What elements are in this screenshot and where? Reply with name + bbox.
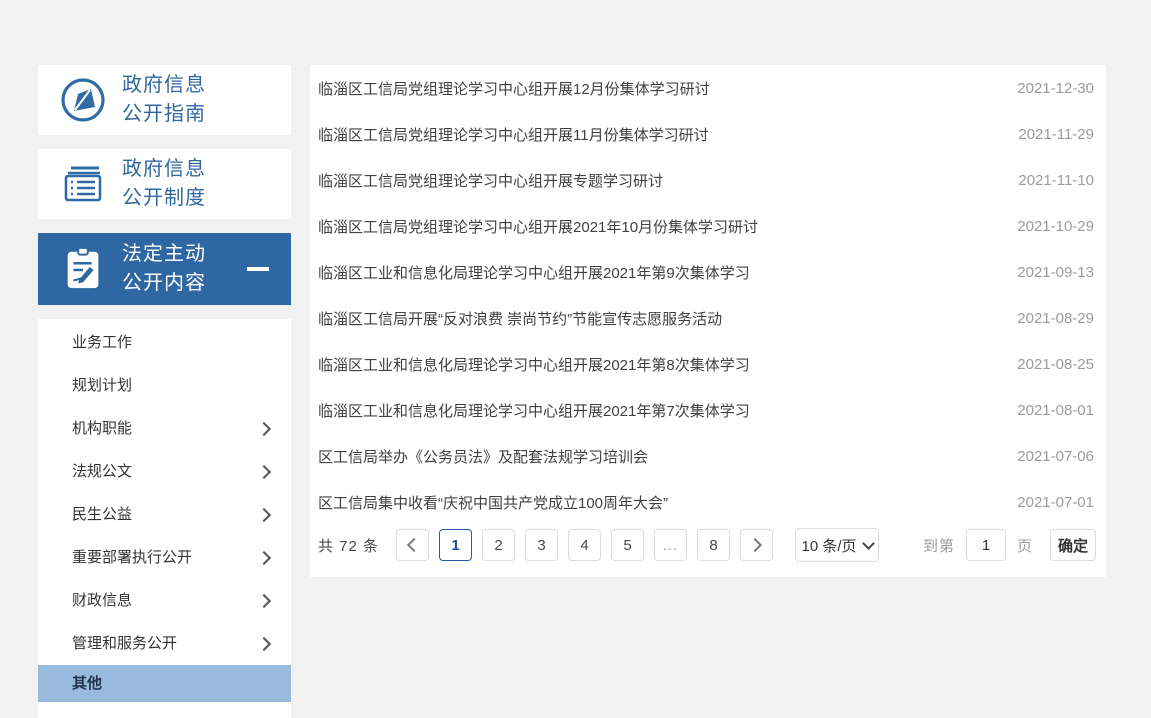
news-date: 2021-07-01 bbox=[1017, 494, 1094, 511]
news-row[interactable]: 临淄区工信局党组理论学习中心组开展11月份集体学习研讨 2021-11-29 bbox=[310, 111, 1106, 157]
page-button-1[interactable]: 1 bbox=[439, 529, 472, 561]
sidebar-card-label: 政府信息 公开制度 bbox=[122, 155, 206, 213]
page-ellipsis-button[interactable]: ... bbox=[654, 529, 687, 561]
sidebar-card-label: 法定主动 公开内容 bbox=[122, 240, 206, 298]
chevron-right-icon bbox=[257, 508, 271, 522]
sidebar-item-org-functions[interactable]: 机构职能 bbox=[38, 407, 291, 450]
caret-down-icon bbox=[862, 537, 875, 550]
news-row[interactable]: 临淄区工信局党组理论学习中心组开展12月份集体学习研讨 2021-12-30 bbox=[310, 65, 1106, 111]
sidebar-card-info-guide[interactable]: 政府信息 公开指南 bbox=[38, 65, 291, 135]
news-title-link[interactable]: 临淄区工信局党组理论学习中心组开展11月份集体学习研讨 bbox=[318, 124, 709, 145]
chevron-right-icon bbox=[257, 422, 271, 436]
compass-icon bbox=[58, 75, 108, 125]
news-date: 2021-08-01 bbox=[1017, 402, 1094, 419]
news-title-link[interactable]: 临淄区工业和信息化局理论学习中心组开展2021年第7次集体学习 bbox=[318, 400, 750, 421]
page-button-4[interactable]: 4 bbox=[568, 529, 601, 561]
sidebar-item-fiscal-info[interactable]: 财政信息 bbox=[38, 579, 291, 622]
sidebar-item-management-service[interactable]: 管理和服务公开 bbox=[38, 622, 291, 665]
news-row[interactable]: 区工信局集中收看“庆祝中国共产党成立100周年大会” 2021-07-01 bbox=[310, 479, 1106, 525]
goto-page-prefix: 到第 bbox=[923, 535, 955, 556]
next-page-button[interactable] bbox=[740, 529, 773, 561]
sidebar-item-regulations[interactable]: 法规公文 bbox=[38, 450, 291, 493]
news-row[interactable]: 临淄区工业和信息化局理论学习中心组开展2021年第9次集体学习 2021-09-… bbox=[310, 249, 1106, 295]
news-date: 2021-09-13 bbox=[1017, 264, 1094, 281]
news-list-panel: 临淄区工信局党组理论学习中心组开展12月份集体学习研讨 2021-12-30 临… bbox=[310, 65, 1106, 577]
sidebar-item-key-deployments[interactable]: 重要部署执行公开 bbox=[38, 536, 291, 579]
news-title-link[interactable]: 临淄区工业和信息化局理论学习中心组开展2021年第9次集体学习 bbox=[318, 262, 750, 283]
page-button-3[interactable]: 3 bbox=[525, 529, 558, 561]
news-date: 2021-08-25 bbox=[1017, 356, 1094, 373]
chevron-right-icon bbox=[257, 465, 271, 479]
news-row[interactable]: 临淄区工信局开展“反对浪费 崇尚节约”节能宣传志愿服务活动 2021-08-29 bbox=[310, 295, 1106, 341]
sidebar-item-business-work[interactable]: 业务工作 bbox=[38, 321, 291, 364]
prev-page-button[interactable] bbox=[396, 529, 429, 561]
ledger-icon bbox=[58, 159, 108, 209]
news-title-link[interactable]: 临淄区工信局开展“反对浪费 崇尚节约”节能宣传志愿服务活动 bbox=[318, 308, 722, 329]
news-row[interactable]: 临淄区工信局党组理论学习中心组开展专题学习研讨 2021-11-10 bbox=[310, 157, 1106, 203]
confirm-button[interactable]: 确定 bbox=[1050, 529, 1096, 561]
news-title-link[interactable]: 临淄区工业和信息化局理论学习中心组开展2021年第8次集体学习 bbox=[318, 354, 750, 375]
page: 政府信息 公开指南 政府信息 公开制度 bbox=[0, 0, 1151, 704]
news-row[interactable]: 临淄区工业和信息化局理论学习中心组开展2021年第8次集体学习 2021-08-… bbox=[310, 341, 1106, 387]
news-title-link[interactable]: 临淄区工信局党组理论学习中心组开展专题学习研讨 bbox=[318, 170, 663, 191]
news-date: 2021-08-29 bbox=[1017, 310, 1094, 327]
sidebar-item-planning[interactable]: 规划计划 bbox=[38, 364, 291, 407]
chevron-right-icon bbox=[748, 538, 762, 552]
pagination-bar: 共 72 条 1 2 3 4 5 ... 8 10 条/页 到第 页 确定 bbox=[310, 528, 1106, 562]
page-size-select[interactable]: 10 条/页 bbox=[795, 528, 879, 562]
page-button-2[interactable]: 2 bbox=[482, 529, 515, 561]
news-date: 2021-11-29 bbox=[1018, 126, 1094, 143]
news-title-link[interactable]: 临淄区工信局党组理论学习中心组开展2021年10月份集体学习研讨 bbox=[318, 216, 758, 237]
news-title-link[interactable]: 临淄区工信局党组理论学习中心组开展12月份集体学习研讨 bbox=[318, 78, 710, 99]
chevron-right-icon bbox=[257, 594, 271, 608]
news-date: 2021-10-29 bbox=[1017, 218, 1094, 235]
news-date: 2021-07-06 bbox=[1017, 448, 1094, 465]
page-size-label: 10 条/页 bbox=[802, 535, 857, 556]
page-button-8[interactable]: 8 bbox=[697, 529, 730, 561]
news-title-link[interactable]: 区工信局集中收看“庆祝中国共产党成立100周年大会” bbox=[318, 492, 668, 513]
news-date: 2021-12-30 bbox=[1017, 80, 1094, 97]
sidebar-card-statutory-disclosure[interactable]: 法定主动 公开内容 bbox=[38, 233, 291, 305]
sidebar-card-info-system[interactable]: 政府信息 公开制度 bbox=[38, 149, 291, 219]
news-title-link[interactable]: 区工信局举办《公务员法》及配套法规学习培训会 bbox=[318, 446, 648, 467]
news-date: 2021-11-10 bbox=[1018, 172, 1094, 189]
goto-page-input[interactable] bbox=[966, 529, 1006, 561]
chevron-left-icon bbox=[407, 538, 421, 552]
sidebar: 政府信息 公开指南 政府信息 公开制度 bbox=[38, 65, 291, 718]
sidebar-item-other[interactable]: 其他 bbox=[38, 665, 291, 702]
page-button-5[interactable]: 5 bbox=[611, 529, 644, 561]
collapse-minus-icon[interactable] bbox=[247, 267, 269, 271]
sidebar-item-public-welfare[interactable]: 民生公益 bbox=[38, 493, 291, 536]
sidebar-submenu: 业务工作 规划计划 机构职能 法规公文 民生公益 重要部署执行公开 bbox=[38, 319, 291, 718]
total-count-label: 共 72 条 bbox=[318, 535, 379, 556]
news-row[interactable]: 临淄区工信局党组理论学习中心组开展2021年10月份集体学习研讨 2021-10… bbox=[310, 203, 1106, 249]
sidebar-card-label: 政府信息 公开指南 bbox=[122, 71, 206, 129]
clipboard-pencil-icon bbox=[58, 244, 108, 294]
news-row[interactable]: 临淄区工业和信息化局理论学习中心组开展2021年第7次集体学习 2021-08-… bbox=[310, 387, 1106, 433]
goto-page-suffix: 页 bbox=[1017, 535, 1033, 556]
news-row[interactable]: 区工信局举办《公务员法》及配套法规学习培训会 2021-07-06 bbox=[310, 433, 1106, 479]
chevron-right-icon bbox=[257, 637, 271, 651]
chevron-right-icon bbox=[257, 551, 271, 565]
